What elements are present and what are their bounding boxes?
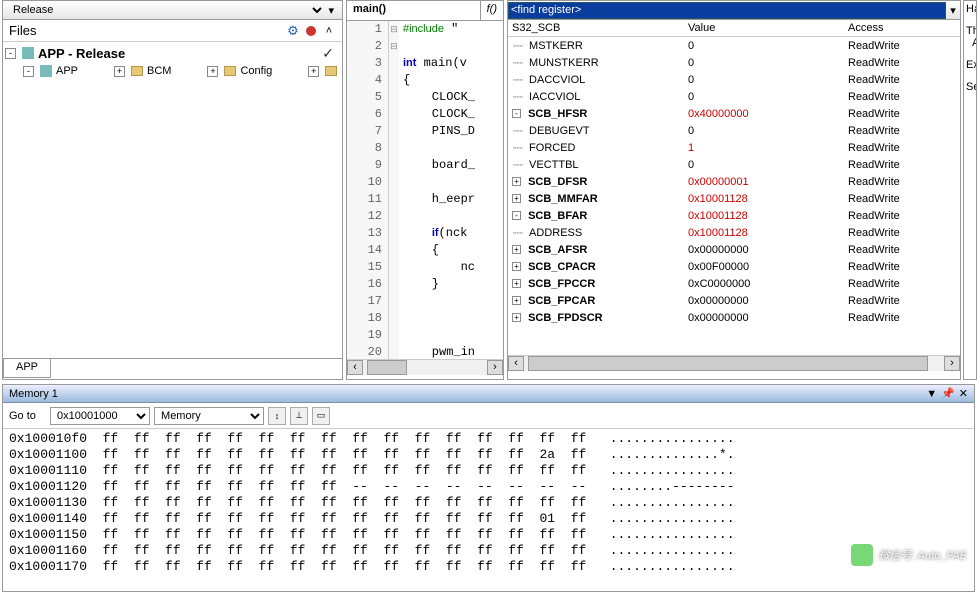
- register-row[interactable]: ······ FORCED1ReadWrite: [508, 139, 960, 156]
- goto-address[interactable]: 0x10001000: [50, 407, 150, 425]
- tree-item[interactable]: +BCM: [78, 62, 171, 80]
- gear-icon[interactable]: ⚙: [286, 24, 300, 38]
- fold-icon: [325, 66, 337, 76]
- register-row[interactable]: + SCB_MMFAR0x10001128ReadWrite: [508, 190, 960, 207]
- right-strip: Ha The A Exc See: [963, 0, 977, 380]
- register-row[interactable]: ······ MSTKERR0ReadWrite: [508, 37, 960, 54]
- h-scrollbar[interactable]: ‹›: [347, 359, 503, 375]
- goto-label: Go to: [9, 410, 36, 422]
- function-name[interactable]: main(): [347, 1, 480, 20]
- register-row[interactable]: + SCB_FPCAR0x00000000ReadWrite: [508, 292, 960, 309]
- expand-box[interactable]: +: [207, 66, 218, 77]
- file-tree[interactable]: - APP - Release ✓ -APP+BCM+Config+Device…: [3, 42, 342, 358]
- register-list[interactable]: ······ MSTKERR0ReadWrite······ MUNSTKERR…: [508, 37, 960, 355]
- chevron-up-icon[interactable]: ˄: [322, 24, 336, 38]
- dropdown-icon[interactable]: ▼: [926, 388, 937, 400]
- col-name[interactable]: S32_SCB: [508, 22, 688, 34]
- watermark: 微信号: Auto_FAE: [851, 544, 967, 566]
- register-row[interactable]: + SCB_FPCCR0xC0000000ReadWrite: [508, 275, 960, 292]
- wechat-icon: [851, 544, 873, 566]
- tree-item[interactable]: +Config: [171, 62, 272, 80]
- register-row[interactable]: ······ IACCVIOL0ReadWrite: [508, 88, 960, 105]
- pin-icon[interactable]: 📌: [941, 387, 955, 400]
- reg-scrollbar[interactable]: ‹›: [508, 355, 960, 371]
- register-row[interactable]: ······ DEBUGEVT0ReadWrite: [508, 122, 960, 139]
- gutter: 1 2 3 4 5 6 7 8 9 10 11 12 13 14 15 16 1…: [347, 21, 389, 359]
- memory-title: Memory 1: [9, 388, 58, 400]
- source[interactable]: #include " int main(v { CLOCK_ CLOCK_ PI…: [399, 21, 503, 359]
- cube-icon: [40, 65, 52, 77]
- view-select[interactable]: Memory: [154, 407, 264, 425]
- expand-box[interactable]: -: [5, 48, 16, 59]
- tree-item[interactable]: +Device: [272, 62, 342, 80]
- expand-box[interactable]: -: [23, 66, 34, 77]
- register-row[interactable]: ······ DACCVIOL0ReadWrite: [508, 71, 960, 88]
- register-row[interactable]: + SCB_CPACR0x00F00000ReadWrite: [508, 258, 960, 275]
- register-row[interactable]: ······ MUNSTKERR0ReadWrite: [508, 54, 960, 71]
- find-register-input[interactable]: [508, 2, 946, 19]
- register-row[interactable]: ······ ADDRESS0x10001128ReadWrite: [508, 224, 960, 241]
- check-icon: ✓: [322, 45, 334, 62]
- register-row[interactable]: - SCB_BFAR0x10001128ReadWrite: [508, 207, 960, 224]
- dropdown-icon[interactable]: ▾: [946, 3, 960, 17]
- expand-box[interactable]: +: [114, 66, 125, 77]
- col-value[interactable]: Value: [688, 22, 848, 34]
- record-icon[interactable]: [304, 24, 318, 38]
- expand-box[interactable]: +: [308, 66, 319, 77]
- register-row[interactable]: + SCB_DFSR0x00000001ReadWrite: [508, 173, 960, 190]
- project-icon: [22, 47, 34, 59]
- tool2-button[interactable]: ▭: [312, 407, 330, 425]
- tree-item[interactable]: -APP: [5, 62, 78, 80]
- register-row[interactable]: + SCB_FPDSCR0x00000000ReadWrite: [508, 309, 960, 326]
- tree-root[interactable]: - APP - Release ✓: [5, 44, 340, 62]
- config-dropdown[interactable]: Release: [7, 1, 325, 19]
- dropdown-arrow-icon: ▾: [325, 3, 338, 17]
- register-row[interactable]: + SCB_AFSR0x00000000ReadWrite: [508, 241, 960, 258]
- fold-icon: [131, 66, 143, 76]
- files-title: Files: [9, 23, 36, 38]
- register-row[interactable]: ······ VECTTBL0ReadWrite: [508, 156, 960, 173]
- memory-dump[interactable]: 0x100010f0 ff ff ff ff ff ff ff ff ff ff…: [3, 429, 974, 577]
- register-row[interactable]: - SCB_HFSR0x40000000ReadWrite: [508, 105, 960, 122]
- fold-icon: [224, 66, 236, 76]
- refresh-button[interactable]: ↕: [268, 407, 286, 425]
- fx-button[interactable]: f(): [480, 1, 503, 20]
- close-icon[interactable]: ✕: [959, 387, 968, 400]
- fold-column[interactable]: ⊟ ⊟: [389, 21, 399, 359]
- tool1-button[interactable]: ⊥: [290, 407, 308, 425]
- col-access[interactable]: Access: [848, 22, 960, 34]
- tab-app[interactable]: APP: [3, 359, 51, 378]
